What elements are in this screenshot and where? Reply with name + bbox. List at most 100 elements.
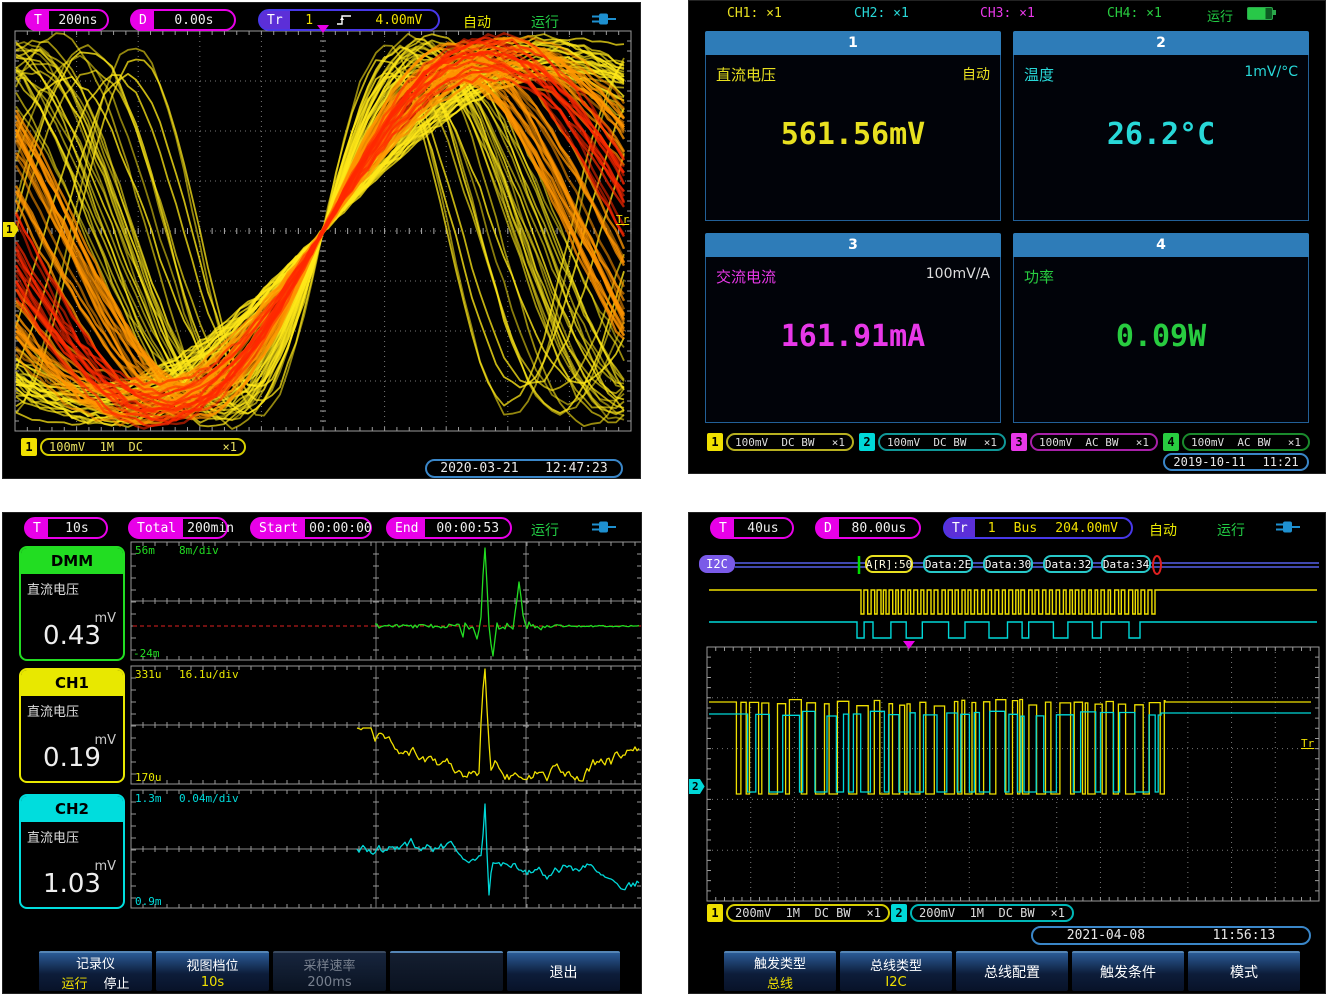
panel3-value: 161.91mA bbox=[706, 319, 1000, 354]
trigger-pill[interactable]: Tr 1 Bus 204.00mV bbox=[943, 517, 1133, 539]
trigger-tag: Tr bbox=[260, 11, 290, 29]
multimeter-screen: CH1: ×1 CH2: ×1 CH3: ×1 CH4: ×1 运行 1 直流电… bbox=[688, 0, 1326, 474]
power-plug-icon bbox=[591, 520, 617, 534]
trigger-tag: Tr bbox=[945, 519, 975, 537]
timebase-value: 10s bbox=[48, 519, 106, 537]
channel3-probe: ×1 bbox=[1136, 436, 1149, 449]
panel3-number: 3 bbox=[705, 233, 1001, 257]
meter-panel-2: 2 温度 1mV/°C 26.2°C bbox=[1013, 31, 1309, 221]
channel1-probe: ×1 bbox=[832, 436, 845, 449]
view-scale-button[interactable]: 视图档位 10s bbox=[156, 951, 269, 991]
run-state-label: 运行 bbox=[531, 12, 559, 32]
run-state-label: 运行 bbox=[1217, 520, 1245, 540]
acquire-mode-label: 自动 bbox=[1149, 520, 1177, 540]
button-value: 总线 bbox=[767, 973, 793, 992]
exit-button[interactable]: 退出 bbox=[507, 951, 620, 991]
ch1-probe-label: CH1: ×1 bbox=[727, 6, 782, 21]
panel1-function-label: 直流电压 bbox=[716, 64, 776, 85]
channel1-settings-bar[interactable]: 1 200mV 1M DC BW ×1 bbox=[707, 904, 890, 922]
oscilloscope-screen: T 200ns D 0.00s Tr 1 4.00mV 自动 运行 1 Tr 1… bbox=[2, 2, 641, 479]
channel4-settings-text: 100mV AC BW bbox=[1191, 436, 1270, 449]
waveform-canvas bbox=[3, 3, 641, 479]
delay-value: 0.00s bbox=[154, 11, 234, 29]
plot1-scale-label: 8m/div bbox=[179, 544, 219, 557]
delay-tag: D bbox=[132, 11, 154, 29]
bus-type-badge[interactable]: I2C bbox=[699, 555, 735, 573]
button-title: 触发类型 bbox=[754, 953, 806, 972]
decode-frame-data4: Data:34 bbox=[1101, 555, 1151, 573]
channel1-settings-bar[interactable]: 1 100mV DC BW ×1 bbox=[707, 433, 854, 451]
ch2-value: 1.03 bbox=[21, 869, 123, 899]
channel3-settings-bar[interactable]: 3 100mV AC BW ×1 bbox=[1011, 433, 1158, 451]
time-label: 11:21 bbox=[1262, 455, 1298, 469]
plot3-min-label: 0.9m bbox=[135, 895, 162, 908]
total-time-pill[interactable]: Total 200min bbox=[128, 517, 228, 539]
meter-panel-3: 3 交流电流 100mV/A 161.91mA bbox=[705, 233, 1001, 423]
panel2-value: 26.2°C bbox=[1014, 117, 1308, 152]
channel2-settings-bar[interactable]: 2 200mV 1M DC BW ×1 bbox=[891, 904, 1074, 922]
timebase-tag: T bbox=[26, 519, 48, 537]
trigger-level-marker: Tr bbox=[1301, 737, 1314, 750]
end-value: 00:00:53 bbox=[425, 519, 510, 537]
dmm-card-title: DMM bbox=[21, 548, 123, 574]
panel1-value: 561.56mV bbox=[706, 117, 1000, 152]
ch1-source-card: CH1 直流电压 mV 0.19 bbox=[19, 668, 125, 783]
channel3-settings-text: 100mV AC BW bbox=[1039, 436, 1118, 449]
sample-rate-button: 采样速率 200ms bbox=[273, 951, 386, 991]
bus-decode-screen: T 40us D 80.00us Tr 1 Bus 204.00mV 自动 运行… bbox=[688, 512, 1326, 994]
ch3-probe-label: CH3: ×1 bbox=[980, 6, 1035, 21]
button-title: 视图档位 bbox=[186, 955, 238, 974]
button-title: 触发条件 bbox=[1100, 962, 1156, 982]
panel4-function-label: 功率 bbox=[1024, 266, 1054, 287]
channel3-badge: 3 bbox=[1011, 433, 1027, 451]
end-time-pill[interactable]: End 00:00:53 bbox=[386, 517, 512, 539]
time-label: 11:56:13 bbox=[1213, 928, 1276, 943]
start-time-pill[interactable]: Start 00:00:00 bbox=[250, 517, 372, 539]
bus-config-button[interactable]: 总线配置 bbox=[956, 951, 1068, 991]
timebase-pill[interactable]: T 10s bbox=[24, 517, 108, 539]
mode-button[interactable]: 模式 bbox=[1188, 951, 1300, 991]
trigger-condition-button[interactable]: 触发条件 bbox=[1072, 951, 1184, 991]
channel1-badge: 1 bbox=[707, 433, 723, 451]
dmm-value: 0.43 bbox=[21, 621, 123, 651]
panel1-number: 1 bbox=[705, 31, 1001, 55]
button-title: 模式 bbox=[1230, 962, 1258, 982]
trigger-pill[interactable]: Tr 1 4.00mV bbox=[258, 9, 440, 31]
meter-panel-1: 1 直流电压 自动 561.56mV bbox=[705, 31, 1001, 221]
delay-pill[interactable]: D 0.00s bbox=[130, 9, 236, 31]
date-label: 2021-04-08 bbox=[1067, 928, 1145, 943]
button-title: 采样速率 bbox=[303, 955, 355, 974]
empty-soft-button bbox=[390, 951, 503, 991]
decode-frame-data1: Data:2E bbox=[923, 555, 973, 573]
bus-type-button[interactable]: 总线类型 I2C bbox=[840, 951, 952, 991]
ch1-function: 直流电压 bbox=[27, 701, 79, 720]
timebase-value: 200ns bbox=[49, 11, 107, 29]
date-label: 2019-10-11 bbox=[1173, 455, 1245, 469]
channel1-settings-text: 200mV 1M DC BW bbox=[735, 906, 851, 920]
trigger-level: 204.00mV bbox=[1055, 521, 1118, 536]
trigger-position-marker[interactable] bbox=[317, 25, 329, 33]
trigger-type-button[interactable]: 触发类型 总线 bbox=[724, 951, 836, 991]
timebase-pill[interactable]: T 40us bbox=[710, 517, 794, 539]
rising-edge-icon bbox=[336, 13, 352, 27]
trigger-type: Bus bbox=[1014, 521, 1037, 536]
channel1-badge: 1 bbox=[21, 438, 37, 456]
time-label: 12:47:23 bbox=[545, 461, 608, 476]
ch2-probe-label: CH2: ×1 bbox=[854, 6, 909, 21]
delay-tag: D bbox=[817, 519, 839, 537]
panel4-number: 4 bbox=[1013, 233, 1309, 257]
recorder-run-stop-button[interactable]: 记录仪 运行 停止 bbox=[39, 951, 152, 991]
run-state-label: 运行 bbox=[531, 520, 559, 540]
button-title: 记录仪 bbox=[76, 953, 115, 972]
channel1-settings-bar[interactable]: 1 100mV 1M DC ×1 bbox=[21, 438, 246, 456]
trigger-position-marker[interactable] bbox=[903, 641, 915, 649]
delay-pill[interactable]: D 80.00us bbox=[815, 517, 921, 539]
channel4-settings-bar[interactable]: 4 100mV AC BW ×1 bbox=[1163, 433, 1310, 451]
channel1-settings-text: 100mV 1M DC bbox=[49, 440, 143, 454]
button-value: 200ms bbox=[307, 975, 351, 990]
button-title: 退出 bbox=[550, 962, 578, 982]
channel2-settings-bar[interactable]: 2 100mV DC BW ×1 bbox=[859, 433, 1006, 451]
timebase-pill[interactable]: T 200ns bbox=[25, 9, 109, 31]
panel4-value: 0.09W bbox=[1014, 319, 1308, 354]
channel2-probe: ×1 bbox=[1051, 906, 1065, 920]
